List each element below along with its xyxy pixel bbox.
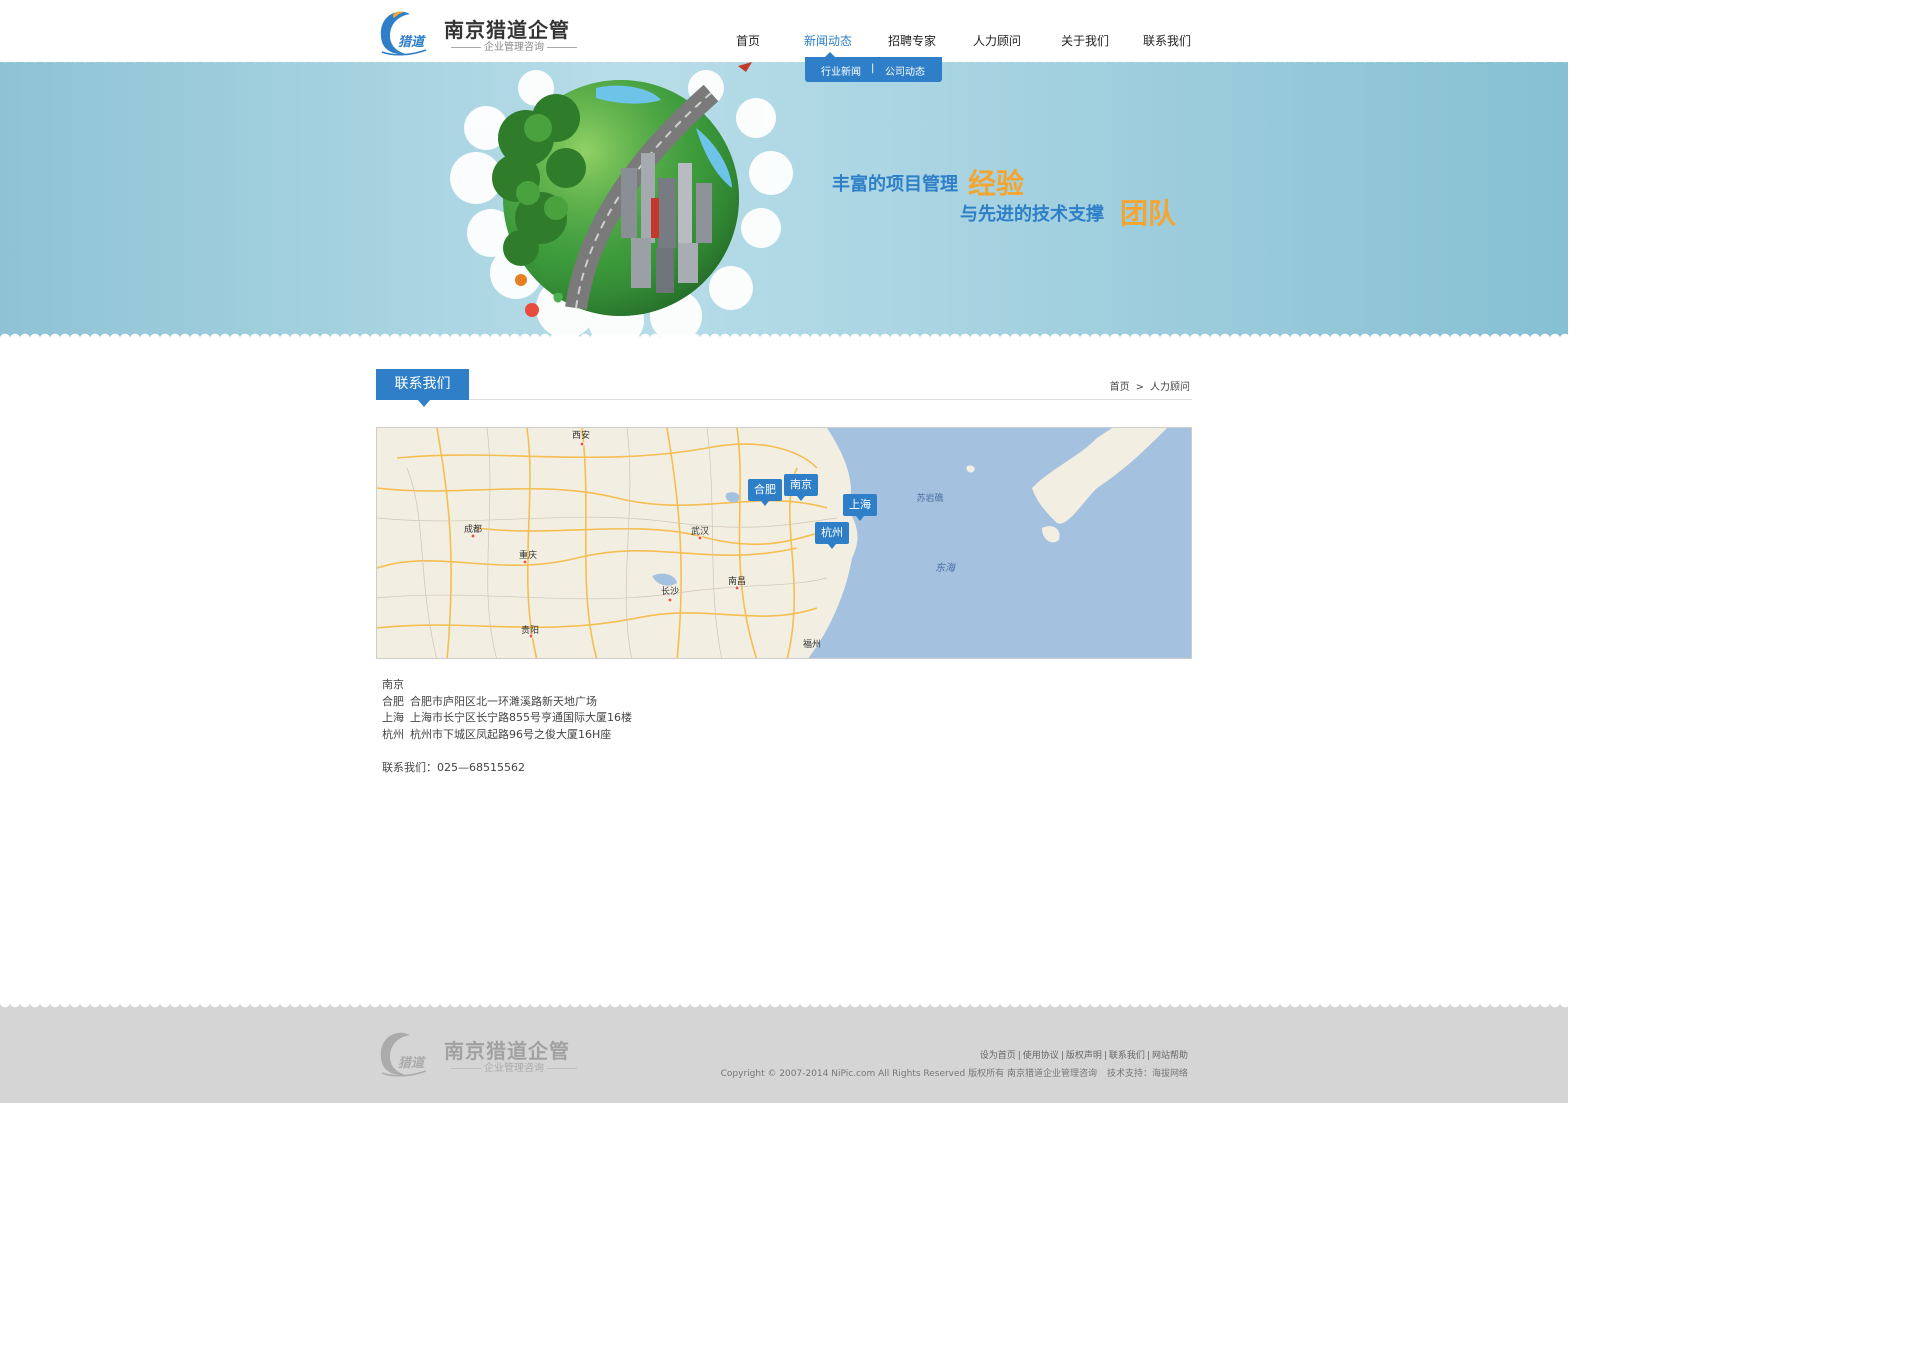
banner-bottom-edge: [0, 330, 1568, 338]
logo-mark-text: 猎道: [398, 34, 426, 50]
footer-link-copyright[interactable]: 版权声明: [1066, 1051, 1102, 1061]
address-text: 合肥市庐阳区北一环濉溪路新天地广场: [410, 694, 597, 708]
breadcrumb: 首页 > 人力顾问: [1110, 378, 1190, 393]
footer-link-separator: |: [1146, 1051, 1150, 1061]
map-city-fuzhou: 福州: [802, 640, 822, 650]
section-header: 联系我们 首页 > 人力顾问: [376, 369, 1192, 407]
contact-phone-number: 025—68515562: [437, 761, 525, 774]
footer-links: 设为首页 | 使用协议 | 版权声明 | 联系我们 | 网站帮助: [980, 1048, 1188, 1061]
address-city: 杭州: [382, 727, 404, 741]
nav-item-contact[interactable]: 联系我们: [1143, 32, 1191, 49]
map-city-changsha: 长沙: [660, 587, 680, 597]
map-marker-nanjing[interactable]: 南京: [784, 474, 818, 501]
address-city: 合肥: [382, 694, 404, 708]
map-city-dot: [667, 597, 673, 603]
address-row: 上海 上海市长宁区长宁路855号亨通国际大厦16楼: [382, 710, 632, 727]
breadcrumb-home[interactable]: 首页: [1110, 382, 1130, 393]
footer-logo-mark-icon: 猎道: [380, 1032, 427, 1077]
address-row: 南京: [382, 677, 632, 694]
news-subnav-dropdown: 行业新闻 | 公司动态: [805, 57, 942, 82]
logo-mark-icon: 猎道: [380, 11, 427, 56]
address-text: 杭州市下城区凤起路96号之俊大厦16H座: [410, 727, 612, 741]
footer-link-set-home[interactable]: 设为首页: [980, 1051, 1016, 1061]
footer-link-terms[interactable]: 使用协议: [1023, 1051, 1059, 1061]
map-city-chongqing: 重庆: [518, 551, 538, 561]
footer-link-separator: |: [1103, 1051, 1107, 1061]
nav-item-about[interactable]: 关于我们: [1061, 32, 1109, 49]
slogan-line-2-text: 与先进的技术支撑: [960, 204, 1104, 225]
address-city: 上海: [382, 711, 404, 724]
map-city-xian: 西安: [571, 431, 591, 441]
map-base: [377, 428, 1191, 658]
footer-logo-mark-text: 猎道: [398, 1055, 426, 1071]
map-marker-hangzhou[interactable]: 杭州: [815, 522, 849, 549]
site-logo[interactable]: 猎道 南京猎道企管 企业管理咨询: [376, 8, 586, 58]
slogan-line-2: 与先进的技术支撑 团队: [960, 192, 1176, 232]
subnav-item-company-news[interactable]: 公司动态: [885, 63, 925, 78]
site-header: 猎道 南京猎道企管 企业管理咨询 首页 新闻动态 招聘专家 人力顾问 关于我们 …: [0, 0, 1568, 62]
address-row: 合肥 合肥市庐阳区北一环濉溪路新天地广场: [382, 694, 632, 711]
nav-item-hr-consultant[interactable]: 人力顾问: [973, 32, 1021, 49]
nav-item-news[interactable]: 新闻动态: [804, 32, 852, 49]
footer-link-separator: |: [1017, 1051, 1021, 1061]
map-sea-label: 东海: [935, 563, 955, 574]
section-title: 联系我们: [376, 369, 469, 400]
footer-link-contact[interactable]: 联系我们: [1109, 1051, 1145, 1061]
contact-phone-label: 联系我们：: [382, 761, 437, 774]
footer-copyright-text: Copyright © 2007-2014 NiPic.com All Righ…: [720, 1069, 1097, 1079]
map-city-nanchang: 南昌: [727, 577, 747, 587]
site-footer: 猎道 南京猎道企管 企业管理咨询 设为首页 | 使用协议 | 版权声明 | 联系我们 | 网站帮…: [0, 1003, 1568, 1103]
slogan-line-1-text: 丰富的项目管理: [832, 174, 958, 195]
footer-tech-support[interactable]: 技术支持：海拔网络: [1107, 1069, 1188, 1079]
contact-phone: 联系我们：025—68515562: [382, 759, 525, 775]
logo-subtitle: 企业管理咨询: [448, 38, 580, 53]
map-city-chengdu: 成都: [463, 525, 483, 535]
slogan-line-2-highlight: 团队: [1120, 197, 1177, 230]
office-location-map[interactable]: 西安 成都 重庆 武汉 长沙 南昌 贵阳 福州 苏岩礁 东海 合肥 南京 上海 …: [376, 427, 1192, 659]
address-city: 南京: [382, 678, 404, 691]
breadcrumb-separator: >: [1135, 382, 1144, 393]
footer-copyright: Copyright © 2007-2014 NiPic.com All Righ…: [721, 1066, 1188, 1079]
footer-link-separator: |: [1060, 1051, 1064, 1061]
map-marker-hefei[interactable]: 合肥: [748, 479, 782, 506]
nav-item-home[interactable]: 首页: [736, 32, 760, 49]
page: 猎道 南京猎道企管 企业管理咨询 首页 新闻动态 招聘专家 人力顾问 关于我们 …: [0, 0, 1568, 1103]
footer-logo[interactable]: 猎道 南京猎道企管 企业管理咨询: [376, 1029, 586, 1079]
subnav-item-industry-news[interactable]: 行业新闻: [821, 63, 861, 78]
subnav-separator: |: [871, 63, 875, 74]
nav-item-recruit-experts[interactable]: 招聘专家: [888, 32, 936, 49]
address-row: 杭州 杭州市下城区凤起路96号之俊大厦16H座: [382, 727, 632, 744]
map-city-dot: [579, 441, 585, 447]
office-address-list: 南京 合肥 合肥市庐阳区北一环濉溪路新天地广场 上海 上海市长宁区长宁路855号亨通…: [382, 677, 632, 743]
map-label-suyanjiao: 苏岩礁: [916, 494, 944, 504]
address-text: 上海市长宁区长宁路855号亨通国际大厦16楼: [410, 711, 632, 724]
breadcrumb-current[interactable]: 人力顾问: [1150, 382, 1190, 393]
hero-banner: 丰富的项目管理 经验 与先进的技术支撑 团队: [0, 58, 1568, 338]
map-city-wuhan: 武汉: [690, 527, 710, 537]
footer-logo-subtitle: 企业管理咨询: [448, 1059, 580, 1074]
map-city-guiyang: 贵阳: [520, 626, 540, 636]
globe-city-illustration: [450, 62, 793, 338]
map-marker-shanghai[interactable]: 上海: [843, 494, 877, 521]
footer-top-edge: [0, 1003, 1568, 1011]
footer-link-help[interactable]: 网站帮助: [1152, 1051, 1188, 1061]
section-title-caret: [418, 400, 430, 407]
